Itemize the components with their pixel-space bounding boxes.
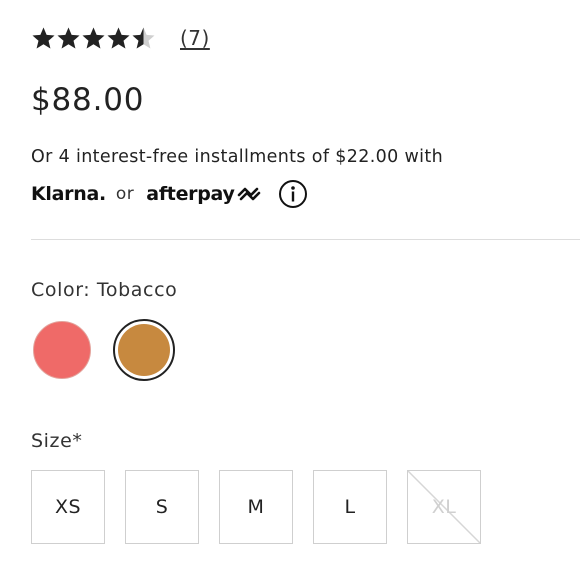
swatch-tobacco[interactable] xyxy=(113,319,175,381)
installments-text: Or 4 interest-free installments of $22.0… xyxy=(31,147,444,167)
review-count-link[interactable]: (7) xyxy=(180,26,210,50)
product-price: $88.00 xyxy=(31,82,145,118)
size-option-label: XL xyxy=(431,496,457,518)
star-icon xyxy=(132,27,155,48)
size-option-label: XS xyxy=(54,496,82,518)
afterpay-wordmark: afterpay xyxy=(146,183,235,205)
star-icon xyxy=(57,27,80,48)
afterpay-arrows-icon xyxy=(237,187,260,201)
color-label: Color: Tobacco xyxy=(31,279,178,301)
afterpay-logo[interactable]: afterpay xyxy=(146,183,261,205)
swatch-coral[interactable] xyxy=(31,319,93,381)
size-label: Size* xyxy=(31,430,83,452)
size-options: XS S M L XL xyxy=(31,470,501,544)
info-circle-icon[interactable] xyxy=(278,179,308,209)
section-divider xyxy=(31,239,580,240)
color-swatches xyxy=(31,319,175,381)
star-icon xyxy=(82,27,105,48)
size-option-label: M xyxy=(247,496,265,518)
size-option-m[interactable]: M xyxy=(219,470,293,544)
size-option-label: L xyxy=(344,496,356,518)
rating-stars xyxy=(31,26,156,51)
size-option-s[interactable]: S xyxy=(125,470,199,544)
or-text: or xyxy=(115,184,135,204)
star-icon xyxy=(107,27,130,48)
swatch-tobacco-fill xyxy=(118,324,170,376)
swatch-coral-fill xyxy=(33,321,91,379)
payment-options: Klarna. or afterpay xyxy=(31,177,308,211)
size-option-xs[interactable]: XS xyxy=(31,470,105,544)
product-rating: (7) xyxy=(31,24,210,52)
size-option-label: S xyxy=(155,496,169,518)
star-icon xyxy=(32,27,55,48)
size-option-xl: XL xyxy=(407,470,481,544)
klarna-logo[interactable]: Klarna. xyxy=(31,183,106,205)
size-option-l[interactable]: L xyxy=(313,470,387,544)
